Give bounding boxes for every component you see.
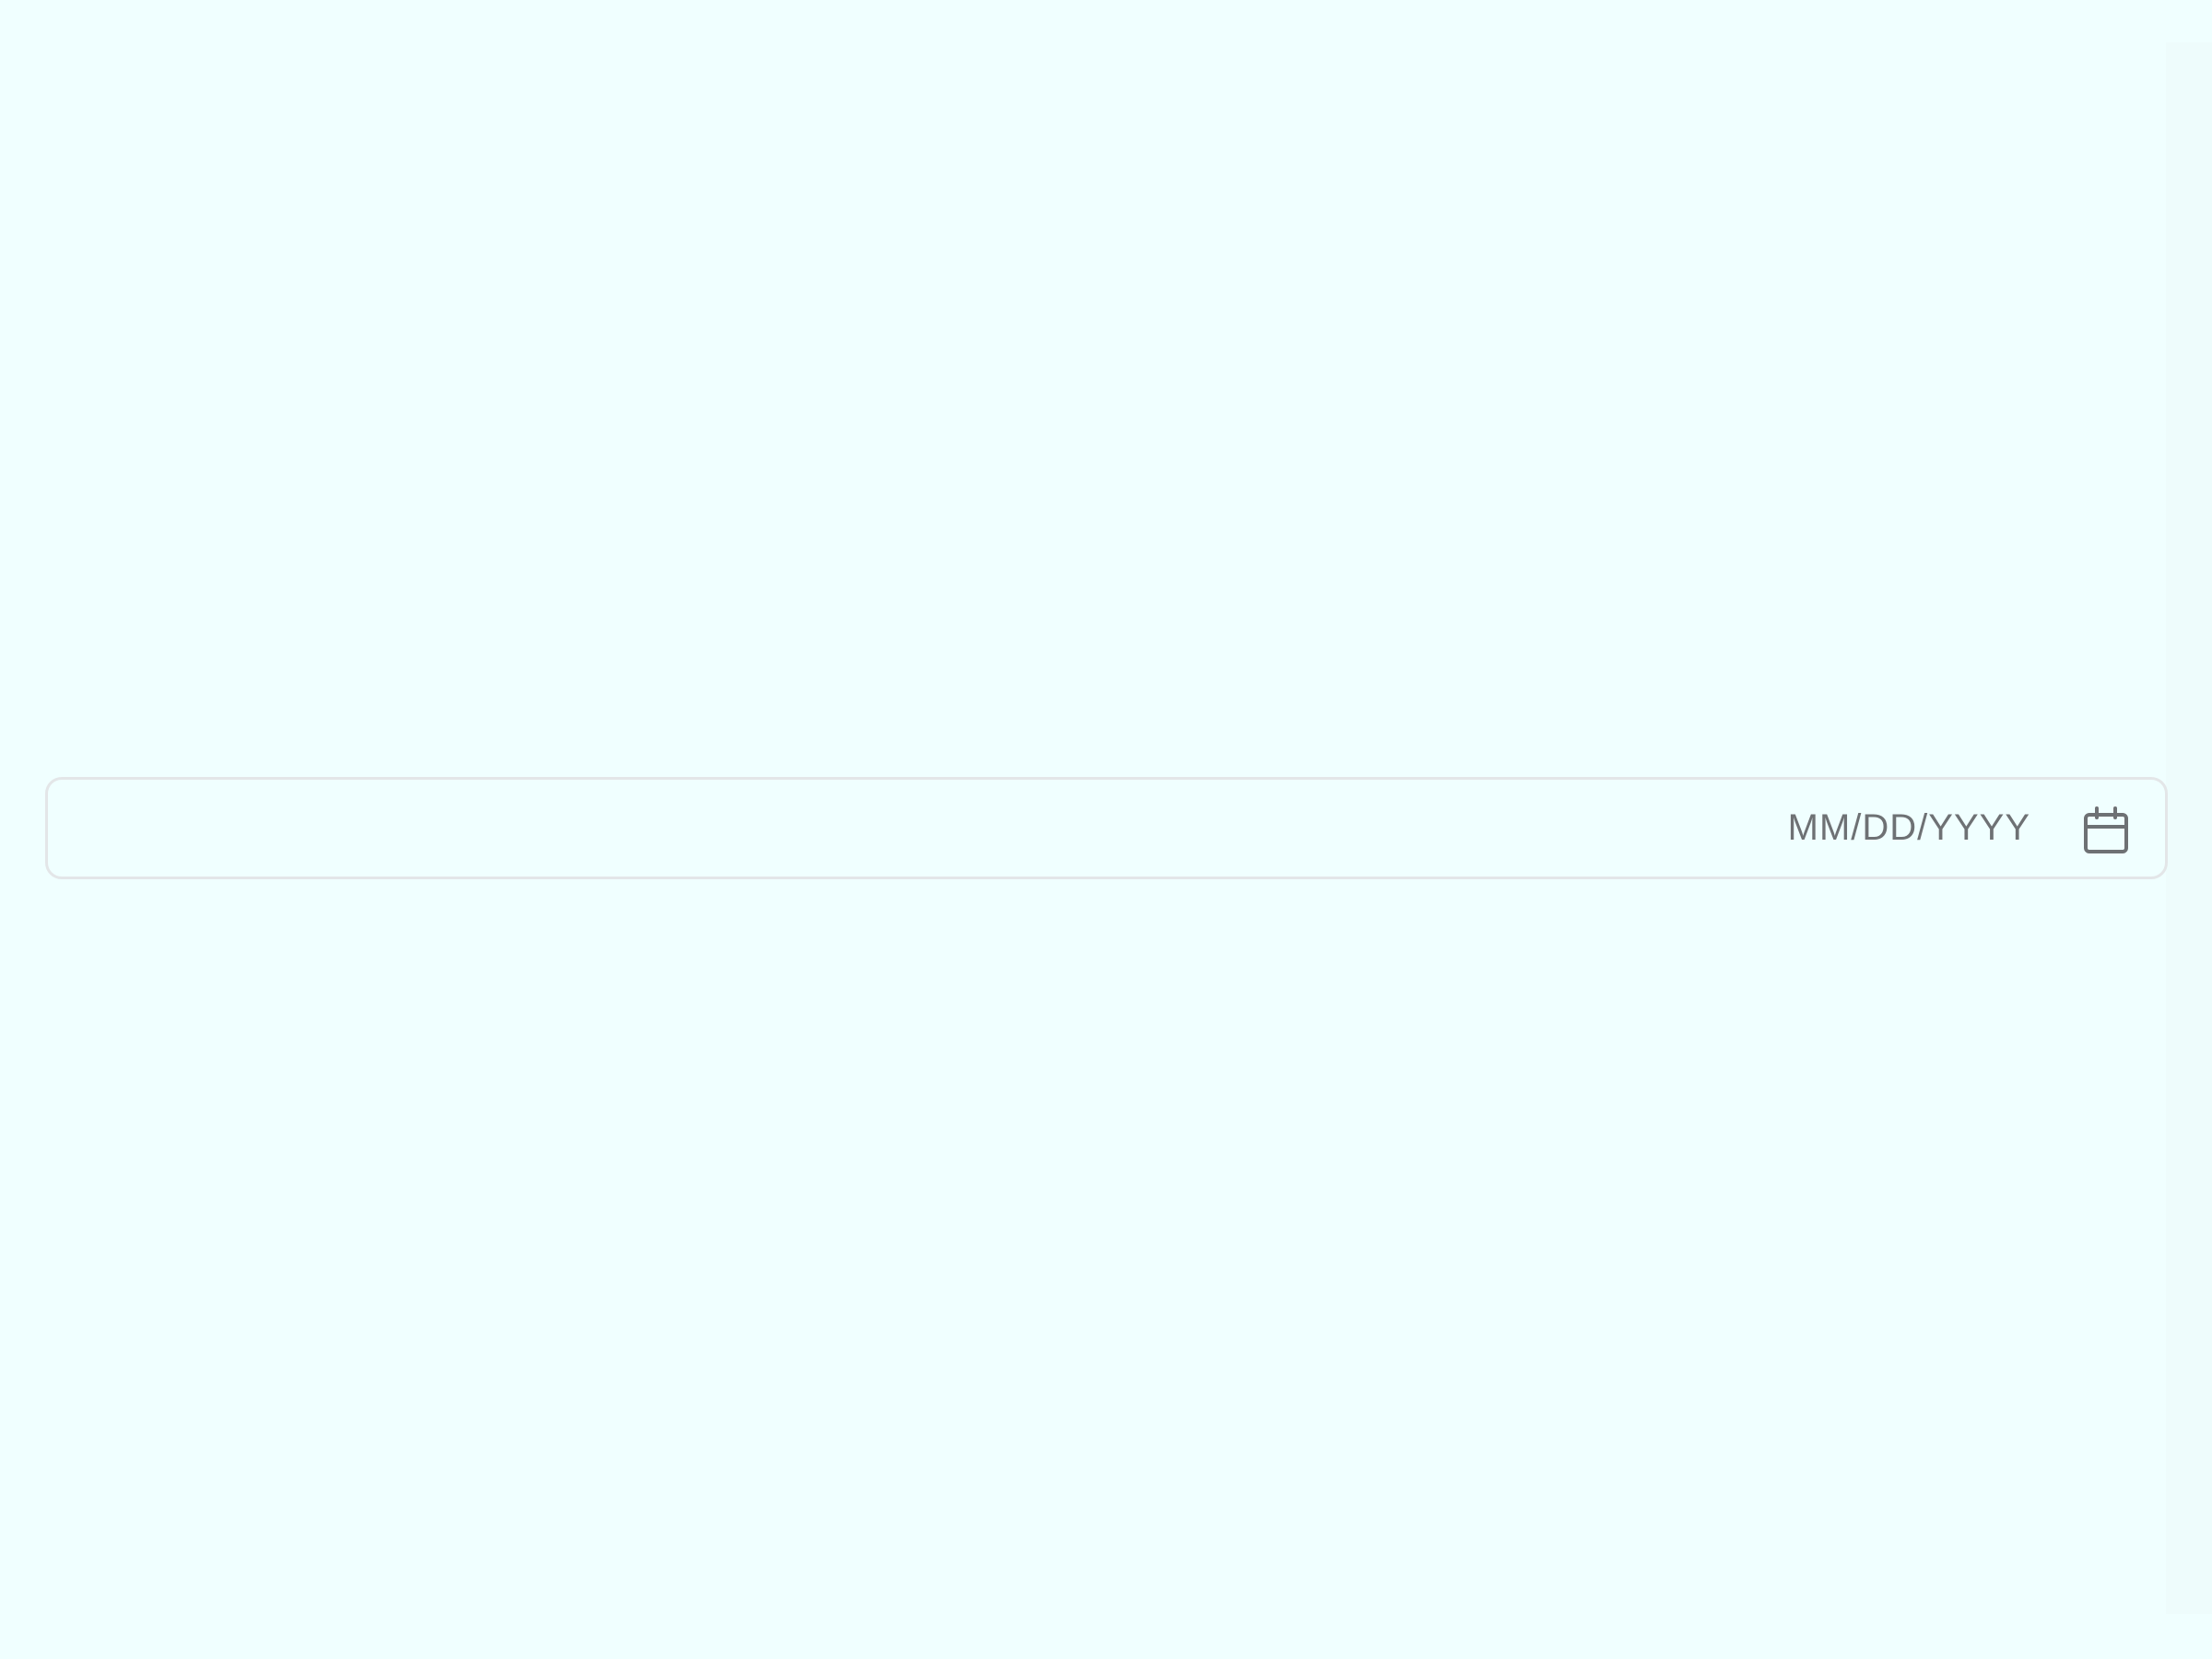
calendar-button[interactable] bbox=[2081, 806, 2131, 855]
date-input[interactable] bbox=[48, 780, 2165, 877]
date-field[interactable] bbox=[45, 777, 2168, 879]
page bbox=[0, 0, 2212, 1659]
scroll-gutter bbox=[2166, 42, 2212, 1614]
calendar-icon bbox=[2084, 806, 2128, 853]
